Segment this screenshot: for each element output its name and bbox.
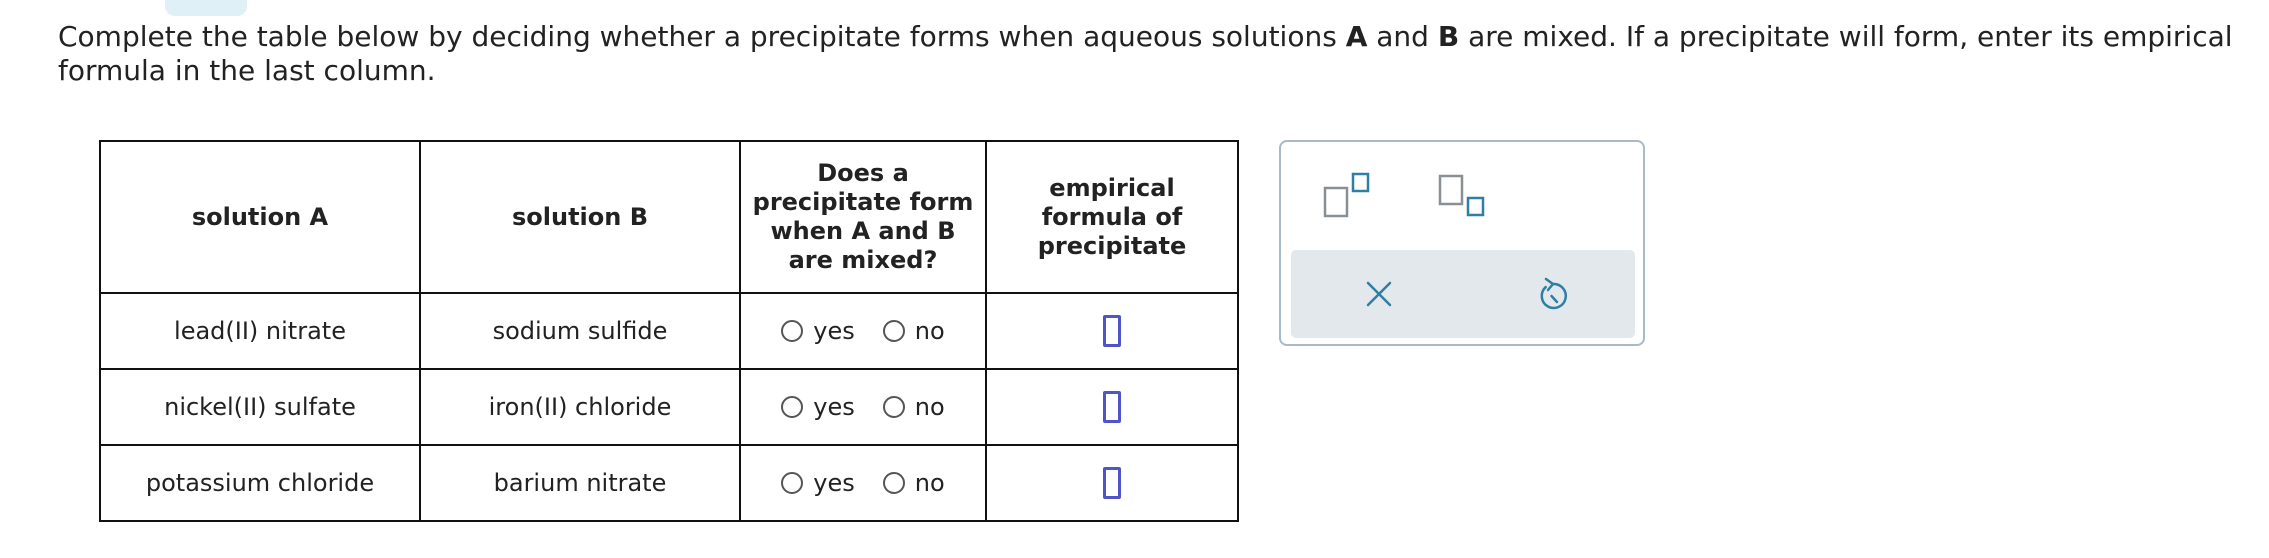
formula-palette xyxy=(1279,140,1645,346)
top-tab xyxy=(165,0,247,16)
formula-cell xyxy=(985,444,1239,522)
table-row: potassium chloride barium nitrate yes no xyxy=(99,444,1239,522)
superscript-icon xyxy=(1323,172,1370,218)
subscript-button[interactable] xyxy=(1438,172,1494,220)
radio-group: yes no xyxy=(741,393,985,421)
no-radio[interactable] xyxy=(882,396,905,418)
yes-radio[interactable] xyxy=(781,396,804,418)
header-solution-a: solution A xyxy=(99,140,421,294)
yes-label: yes xyxy=(813,317,855,345)
subscript-icon xyxy=(1438,174,1485,217)
table-row: nickel(II) sulfate iron(II) chloride yes… xyxy=(99,368,1239,446)
precipitate-choice: yes no xyxy=(739,444,987,522)
yes-radio[interactable] xyxy=(781,472,804,494)
precipitate-choice: yes no xyxy=(739,292,987,370)
yes-label: yes xyxy=(813,393,855,421)
table-row: lead(II) nitrate sodium sulfide yes no xyxy=(99,292,1239,370)
no-option[interactable]: no xyxy=(882,393,945,421)
clear-button[interactable] xyxy=(1359,274,1399,314)
formula-cell xyxy=(985,292,1239,370)
row-solution-a: lead(II) nitrate xyxy=(99,292,421,370)
yes-option[interactable]: yes xyxy=(781,469,855,497)
no-label: no xyxy=(914,393,945,421)
question-instructions: Complete the table below by deciding whe… xyxy=(58,20,2258,88)
header-precipitate-question: Does a precipitate form when A and B are… xyxy=(739,140,987,294)
no-option[interactable]: no xyxy=(882,317,945,345)
formula-cell xyxy=(985,368,1239,446)
instructions-solution-a: A xyxy=(1345,20,1368,53)
formula-input[interactable] xyxy=(1103,315,1121,347)
row-solution-a: potassium chloride xyxy=(99,444,421,522)
header-empirical-formula-text: empirical formula of precipitate xyxy=(1037,173,1187,260)
superscript-button[interactable] xyxy=(1323,172,1379,220)
yes-label: yes xyxy=(813,469,855,497)
yes-radio[interactable] xyxy=(781,320,804,342)
instructions-solution-b: B xyxy=(1437,20,1460,53)
header-precipitate-question-text: Does a precipitate form when A and B are… xyxy=(752,159,974,274)
formula-input[interactable] xyxy=(1103,391,1121,423)
no-label: no xyxy=(914,469,945,497)
instructions-text-1: Complete the table below by deciding whe… xyxy=(58,20,1346,53)
no-label: no xyxy=(914,317,945,345)
row-solution-b: barium nitrate xyxy=(419,444,741,522)
close-icon xyxy=(1366,281,1392,307)
instructions-text-2: and xyxy=(1367,20,1438,53)
formula-input[interactable] xyxy=(1103,467,1121,499)
no-radio[interactable] xyxy=(882,472,905,494)
row-solution-a: nickel(II) sulfate xyxy=(99,368,421,446)
row-solution-b: iron(II) chloride xyxy=(419,368,741,446)
no-option[interactable]: no xyxy=(882,469,945,497)
row-solution-b: sodium sulfide xyxy=(419,292,741,370)
precipitate-table: solution A solution B Does a precipitate… xyxy=(99,140,1239,522)
radio-group: yes no xyxy=(741,469,985,497)
radio-group: yes no xyxy=(741,317,985,345)
table-header-row: solution A solution B Does a precipitate… xyxy=(99,140,1239,294)
header-solution-b: solution B xyxy=(419,140,741,294)
undo-icon xyxy=(1540,277,1568,310)
yes-option[interactable]: yes xyxy=(781,393,855,421)
yes-option[interactable]: yes xyxy=(781,317,855,345)
undo-button[interactable] xyxy=(1533,272,1573,314)
palette-action-bar xyxy=(1291,250,1635,338)
no-radio[interactable] xyxy=(882,320,905,342)
precipitate-choice: yes no xyxy=(739,368,987,446)
header-empirical-formula: empirical formula of precipitate xyxy=(985,140,1239,294)
